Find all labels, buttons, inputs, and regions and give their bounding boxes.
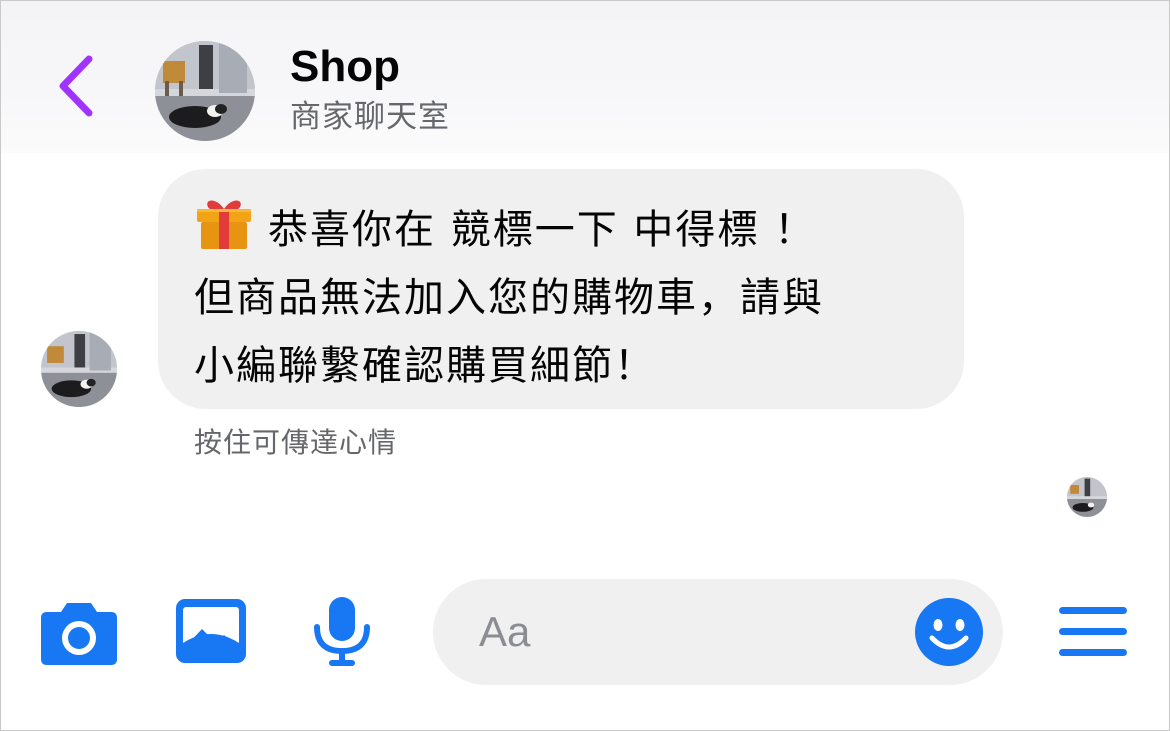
message-bubble[interactable]: 恭喜你在 競標一下 中得標 ！ 但商品無法加入您的購物車，請與 小編聯繫確認購買… [158,169,964,409]
chat-title: Shop [290,42,400,91]
image-icon [176,599,246,663]
message-composer [433,579,1003,685]
emoji-button[interactable] [915,598,983,666]
gallery-button[interactable] [176,599,246,665]
microphone-icon [314,597,370,666]
menu-button[interactable] [1059,607,1127,657]
message-line: 但商品無法加入您的購物車，請與 [194,275,824,321]
menu-icon [1059,607,1127,656]
smiley-icon [915,598,983,666]
chat-header: Shop 商家聊天室 [1,1,1169,153]
message-input[interactable] [479,579,899,685]
gift-icon [194,195,254,251]
message-line: 恭喜你在 競標一下 中得標 ！ [194,195,934,264]
microphone-button[interactable] [311,597,373,667]
reaction-hint: 按住可傳達心情 [194,426,398,459]
camera-button[interactable] [41,599,117,665]
read-receipt-avatar [1067,477,1107,517]
back-button[interactable] [51,51,101,121]
chevron-left-icon [59,55,93,117]
chat-window: Shop 商家聊天室 恭喜你在 競標一下 中得標 ！ 但商品無法加入您的購物車，… [0,0,1170,731]
chat-subtitle: 商家聊天室 [290,99,450,135]
message-line: 小編聯繫確認購買細節！ [194,343,656,389]
camera-icon [41,603,117,665]
sender-avatar[interactable] [41,331,117,407]
shop-avatar[interactable] [155,41,255,141]
